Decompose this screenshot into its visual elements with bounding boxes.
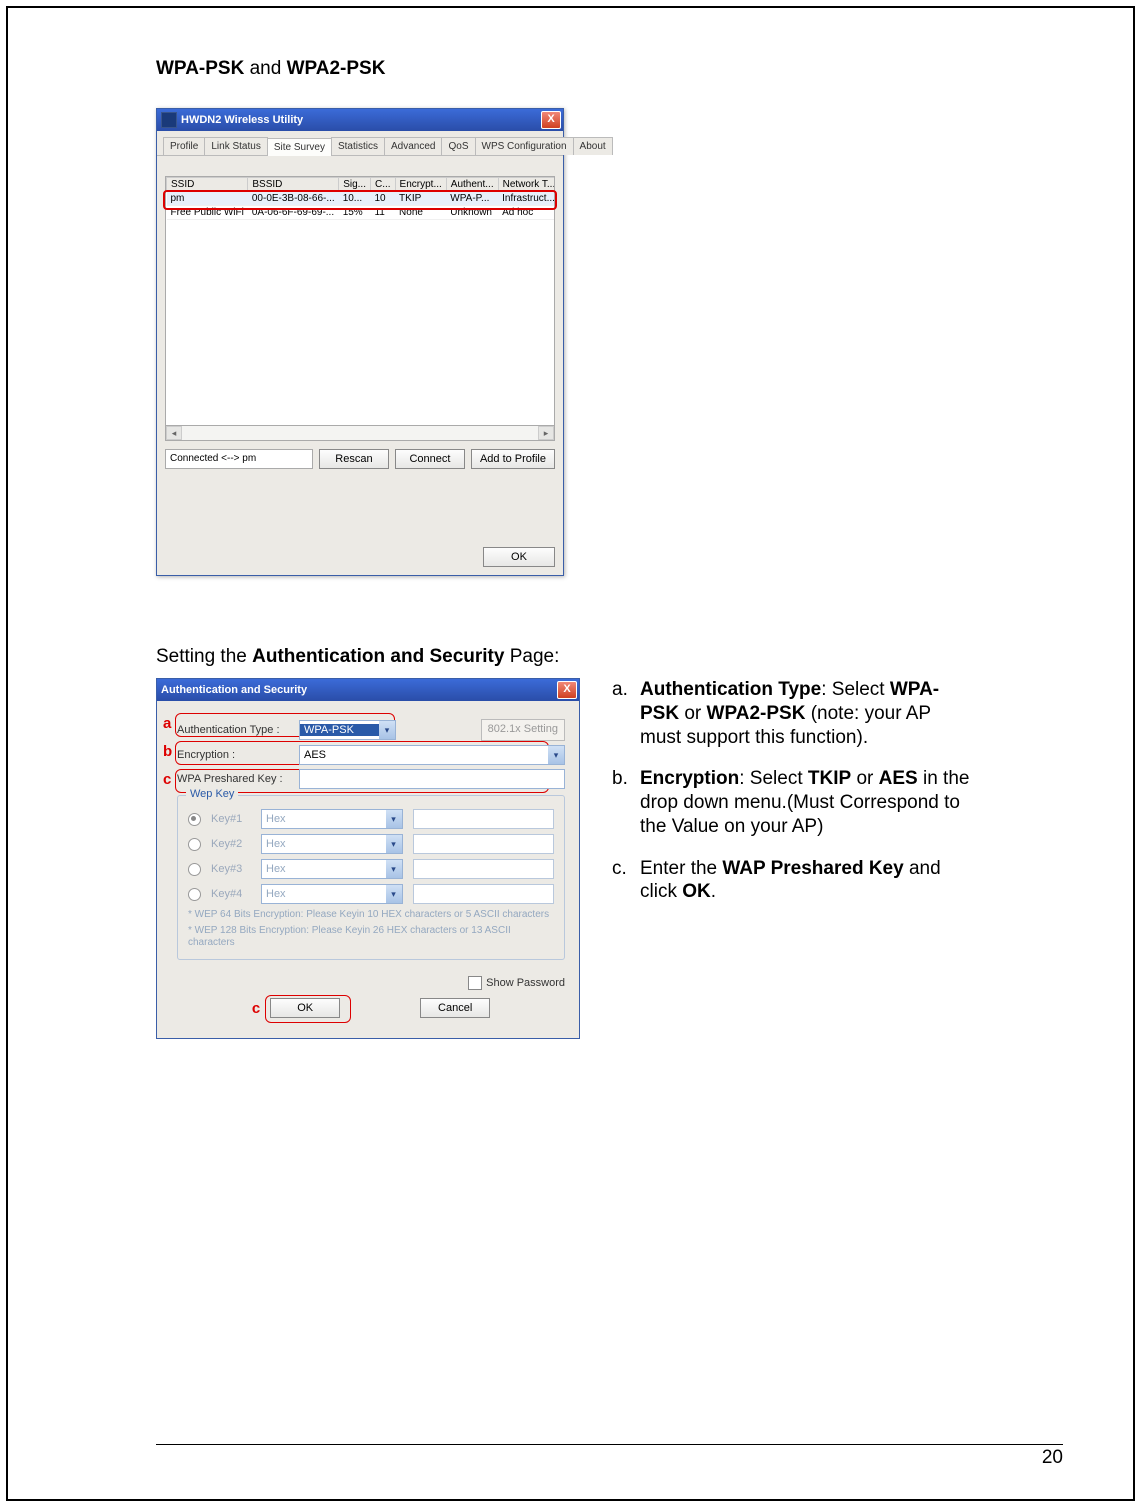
page-heading: WPA-PSK and WPA2-PSK xyxy=(156,58,1063,80)
rescan-button[interactable]: Rescan xyxy=(319,449,389,469)
scroll-left-icon[interactable]: ◂ xyxy=(166,426,182,440)
auth-security-window: Authentication and Security X a Authenti… xyxy=(156,678,580,1039)
annotation-c: c xyxy=(163,771,171,788)
wep-hint: * WEP 128 Bits Encryption: Please Keyin … xyxy=(188,925,554,949)
window-title: Authentication and Security xyxy=(161,684,307,696)
col-bssid[interactable]: BSSID xyxy=(248,178,339,192)
col-sig[interactable]: Sig... xyxy=(339,178,371,192)
tab-site-survey[interactable]: Site Survey xyxy=(267,138,332,156)
instructions: a. Authentication Type: Select WPA-PSK o… xyxy=(612,678,972,922)
col-enc[interactable]: Encrypt... xyxy=(395,178,446,192)
auth-type-label: Authentication Type : xyxy=(177,724,295,736)
ok-button[interactable]: OK xyxy=(270,998,340,1018)
wep-key-group: Wep Key Key#1 Hex▾ Key#2 Hex▾ xyxy=(177,795,565,960)
tab-statistics[interactable]: Statistics xyxy=(331,137,385,155)
app-icon xyxy=(161,112,177,128)
window-title: HWDN2 Wireless Utility xyxy=(181,114,303,126)
titlebar: HWDN2 Wireless Utility X xyxy=(157,109,563,131)
col-net[interactable]: Network T... xyxy=(498,178,555,192)
col-ch[interactable]: C... xyxy=(370,178,395,192)
close-icon[interactable]: X xyxy=(557,681,577,699)
tab-bar: Profile Link Status Site Survey Statisti… xyxy=(157,131,563,156)
key2-format: Hex▾ xyxy=(261,834,403,854)
connect-button[interactable]: Connect xyxy=(395,449,465,469)
encryption-select[interactable]: AES ▾ xyxy=(299,745,565,765)
h-scrollbar[interactable]: ◂ ▸ xyxy=(165,426,555,441)
key3-format: Hex▾ xyxy=(261,859,403,879)
show-password-label: Show Password xyxy=(486,977,565,989)
section-heading: Setting the Authentication and Security … xyxy=(156,646,1063,668)
annotation-a: a xyxy=(163,715,171,732)
ok-button[interactable]: OK xyxy=(483,547,555,567)
tab-link-status[interactable]: Link Status xyxy=(204,137,267,155)
table-row[interactable]: Free Public WiFi 0A-06-6F-69-69-... 15% … xyxy=(167,206,556,220)
tab-about[interactable]: About xyxy=(573,137,613,155)
key3-radio xyxy=(188,863,201,876)
key2-input xyxy=(413,834,555,854)
encryption-label: Encryption : xyxy=(177,749,295,761)
titlebar: Authentication and Security X xyxy=(157,679,579,701)
page-number: 20 xyxy=(156,1447,1063,1469)
chevron-down-icon: ▾ xyxy=(548,746,564,764)
networks-table[interactable]: SSID BSSID Sig... C... Encrypt... Authen… xyxy=(165,176,555,426)
wep-hint: * WEP 64 Bits Encryption: Please Keyin 1… xyxy=(188,909,554,921)
key1-format: Hex▾ xyxy=(261,809,403,829)
page-footer: 20 xyxy=(156,1444,1063,1469)
close-icon[interactable]: X xyxy=(541,111,561,129)
col-ssid[interactable]: SSID xyxy=(167,178,248,192)
key2-radio xyxy=(188,838,201,851)
key1-input xyxy=(413,809,555,829)
col-auth[interactable]: Authent... xyxy=(446,178,498,192)
key1-radio xyxy=(188,813,201,826)
8021x-setting-button: 802.1x Setting xyxy=(481,719,565,741)
status-text: Connected <--> pm xyxy=(165,449,313,469)
tab-profile[interactable]: Profile xyxy=(163,137,205,155)
key4-format: Hex▾ xyxy=(261,884,403,904)
auth-type-select[interactable]: WPA-PSK ▾ xyxy=(299,720,396,740)
wep-key-row: Key#1 Hex▾ xyxy=(188,809,554,829)
add-to-profile-button[interactable]: Add to Profile xyxy=(471,449,555,469)
wireless-utility-window: HWDN2 Wireless Utility X Profile Link St… xyxy=(156,108,564,576)
wep-key-row: Key#2 Hex▾ xyxy=(188,834,554,854)
scroll-right-icon[interactable]: ▸ xyxy=(538,426,554,440)
tab-wps[interactable]: WPS Configuration xyxy=(475,137,574,155)
tab-qos[interactable]: QoS xyxy=(441,137,475,155)
wep-legend: Wep Key xyxy=(186,788,238,800)
psk-input[interactable] xyxy=(299,769,565,789)
wep-key-row: Key#3 Hex▾ xyxy=(188,859,554,879)
tab-advanced[interactable]: Advanced xyxy=(384,137,442,155)
key4-radio xyxy=(188,888,201,901)
key3-input xyxy=(413,859,555,879)
table-row[interactable]: pm 00-0E-3B-08-66-... 10... 10 TKIP WPA-… xyxy=(167,192,556,206)
wep-key-row: Key#4 Hex▾ xyxy=(188,884,554,904)
show-password-checkbox[interactable] xyxy=(468,976,482,990)
cancel-button[interactable]: Cancel xyxy=(420,998,490,1018)
psk-label: WPA Preshared Key : xyxy=(177,773,295,785)
chevron-down-icon: ▾ xyxy=(379,721,395,739)
annotation-c2-letter: c xyxy=(252,1000,260,1017)
key4-input xyxy=(413,884,555,904)
annotation-b: b xyxy=(163,743,172,760)
